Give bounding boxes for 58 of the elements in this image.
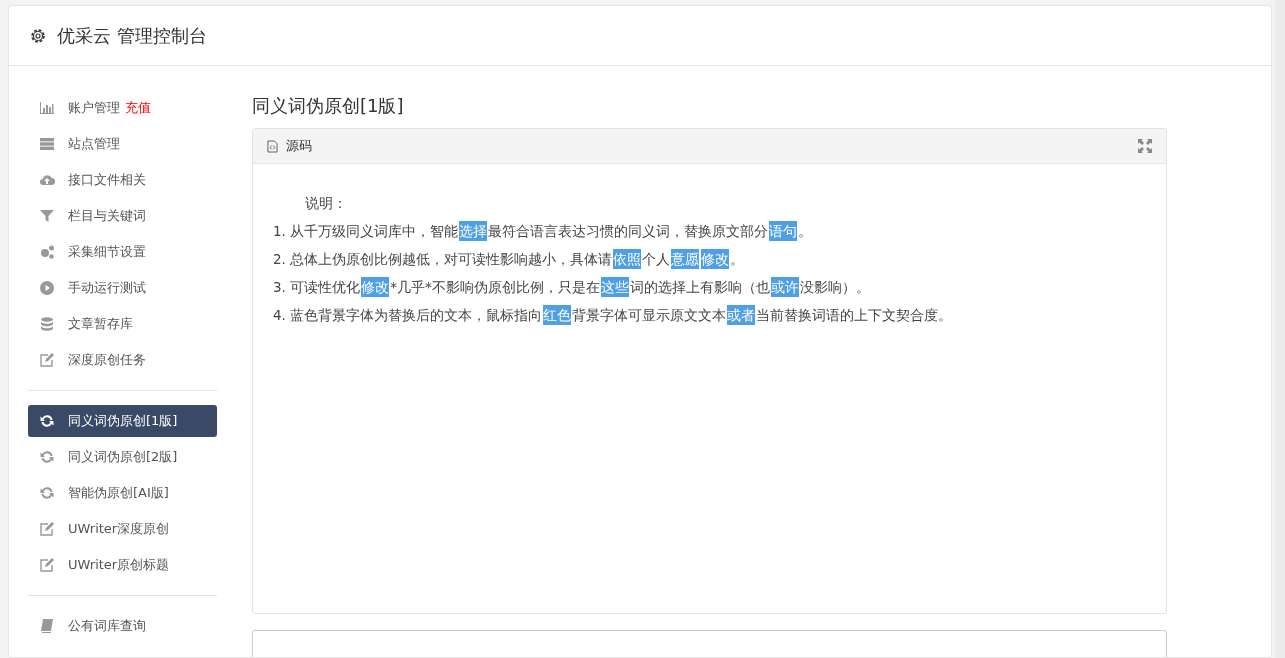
sidebar-item[interactable]: UWriter原创标题 — [28, 549, 217, 581]
book-icon — [39, 618, 55, 634]
highlighted-word: 意愿 — [671, 249, 700, 269]
recharge-link[interactable]: 充值 — [125, 99, 151, 117]
refresh-icon — [39, 485, 55, 501]
app-title: 优采云 管理控制台 — [57, 23, 207, 48]
edit-icon — [39, 557, 55, 573]
description-text: 3. 可读性优化 — [273, 278, 361, 297]
description-text: 当前替换词语的上下文契合度。 — [756, 306, 953, 325]
description-text: *几乎*不影响伪原创比例，只是在 — [390, 278, 600, 297]
settings-icon — [29, 26, 47, 45]
sidebar-item[interactable]: 同义词伪原创[2版] — [28, 441, 217, 473]
sidebar-item[interactable]: 栏目与关键词 — [28, 200, 217, 232]
description-text: 背景字体可显示原文文本 — [572, 306, 727, 325]
highlighted-word: 修改 — [701, 249, 730, 269]
sidebar-item[interactable]: 采集细节设置 — [28, 236, 217, 268]
refresh-icon — [39, 449, 55, 465]
page-title: 同义词伪原创[1版] — [252, 94, 405, 118]
database-icon — [39, 316, 55, 332]
description-text: 4. 蓝色背景字体为替换后的文本，鼠标指向 — [273, 306, 543, 325]
description-text: 。 — [730, 250, 745, 269]
code-file-icon — [267, 139, 278, 153]
expand-icon[interactable] — [1138, 139, 1152, 153]
sidebar-item[interactable]: 文章暂存库 — [28, 308, 217, 340]
sidebar-item[interactable]: 公有词库查询 — [28, 610, 217, 642]
description-text: 个人 — [642, 250, 671, 269]
sidebar-item[interactable]: UWriter深度原创 — [28, 513, 217, 545]
highlighted-word: 或许 — [770, 277, 799, 297]
highlighted-word: 依照 — [613, 249, 642, 269]
sidebar-item[interactable]: 同义词伪原创[1版] — [28, 405, 217, 437]
sidebar-item[interactable]: 手动运行测试 — [28, 272, 217, 304]
description-text: 1. 从千万级同义词库中，智能 — [273, 222, 459, 241]
sidebar-item[interactable]: 接口文件相关 — [28, 164, 217, 196]
bar-chart-icon — [39, 100, 55, 116]
highlighted-word: 语句 — [769, 221, 798, 241]
edit-icon — [39, 352, 55, 368]
edit-icon — [39, 521, 55, 537]
description-text: 最符合语言表达习惯的同义词，替换原文部分 — [488, 222, 769, 241]
server-icon — [39, 136, 55, 152]
description-text: 没影响）。 — [799, 278, 870, 297]
sidebar-item[interactable]: 站点管理 — [28, 128, 217, 160]
sidebar-item[interactable]: 深度原创任务 — [28, 344, 217, 376]
play-icon — [39, 280, 55, 296]
highlighted-word: 修改 — [361, 277, 390, 297]
highlighted-word: 这些 — [600, 277, 629, 297]
description-text: 。 — [798, 222, 813, 241]
description-text: 词的选择上有影响（也 — [629, 278, 770, 297]
description-text: 2. 总体上伪原创比例越低，对可读性影响越小，具体请 — [273, 250, 613, 269]
filter-icon — [39, 208, 55, 224]
sidebar-item[interactable]: 智能伪原创[AI版] — [28, 477, 217, 509]
cloud-upload-icon — [39, 172, 55, 188]
highlighted-word: 或者 — [727, 305, 756, 325]
refresh-icon — [39, 413, 55, 429]
panel-title: 源码 — [286, 137, 312, 155]
description-heading: 说明： — [304, 194, 348, 213]
sidebar-item[interactable]: 账户管理 充值 — [28, 92, 217, 124]
highlighted-word: 红色 — [543, 305, 572, 325]
highlighted-word: 选择 — [459, 221, 488, 241]
